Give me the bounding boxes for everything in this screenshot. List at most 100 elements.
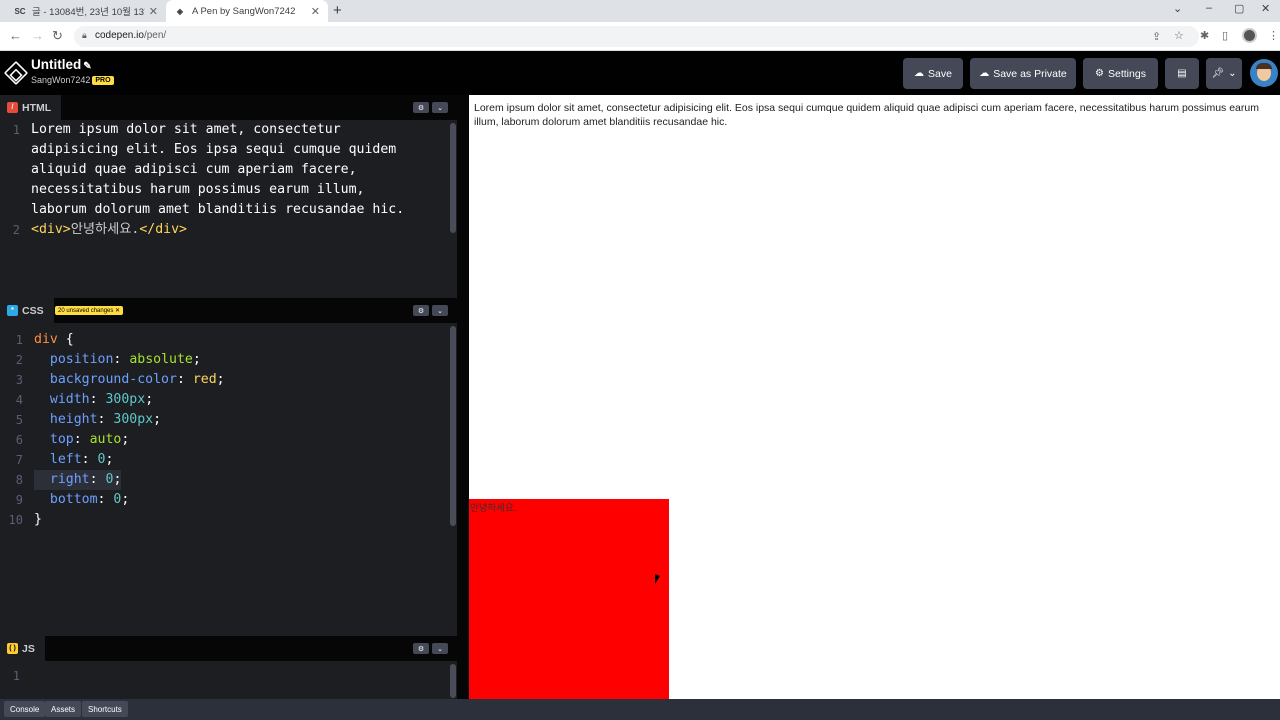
- share-icon[interactable]: ⇪: [1152, 30, 1161, 43]
- chevron-down-icon[interactable]: ⌄: [432, 102, 448, 113]
- line-number: 8: [15, 473, 23, 487]
- new-tab-button[interactable]: +: [333, 2, 342, 19]
- preview-frame[interactable]: Lorem ipsum dolor sit amet, consectetur …: [469, 95, 1280, 699]
- chevron-down-icon: ⌄: [1228, 68, 1237, 79]
- html-pane-tab[interactable]: / HTML: [0, 95, 62, 120]
- js-pane-header: ( ) JS ⚙ ⌄: [0, 636, 457, 661]
- code-line: laborum dolorum amet blanditiis recusand…: [31, 202, 405, 217]
- console-button[interactable]: Console: [4, 701, 46, 717]
- js-scrollbar[interactable]: [450, 664, 456, 698]
- css-label: CSS: [22, 304, 44, 317]
- tab-title: A Pen by SangWon7242: [192, 5, 296, 17]
- codepen-favicon-icon: ◈: [176, 6, 184, 16]
- gear-icon[interactable]: ⚙: [413, 643, 429, 654]
- code-line: height: 300px;: [49, 412, 162, 427]
- line-number: 10: [8, 513, 23, 527]
- html-scrollbar[interactable]: [450, 123, 456, 233]
- change-view-button[interactable]: ▤: [1165, 58, 1199, 89]
- line-number: 3: [15, 373, 23, 387]
- line-number: 1: [15, 333, 23, 347]
- browser-tab-2[interactable]: ◈ A Pen by SangWon7242 ✕: [166, 0, 328, 22]
- browser-tab-1[interactable]: SC 글 - 13084번, 23년 10월 13일 ... ✕: [6, 0, 166, 22]
- js-label: JS: [22, 642, 35, 655]
- code-line: position: absolute;: [49, 352, 201, 367]
- back-icon[interactable]: ←: [9, 28, 22, 43]
- url-path: /pen/: [143, 30, 167, 41]
- close-icon[interactable]: ✕: [149, 5, 158, 18]
- cloud-icon: ☁: [979, 68, 990, 79]
- css-pane-tab[interactable]: * CSS: [0, 298, 54, 323]
- user-avatar[interactable]: [1250, 59, 1278, 87]
- forward-icon[interactable]: →: [31, 28, 44, 43]
- profile-avatar[interactable]: [1242, 28, 1257, 43]
- side-panel-icon[interactable]: ▯: [1222, 29, 1228, 42]
- js-pane-tab[interactable]: ( ) JS: [0, 636, 45, 661]
- tab-title: 글 - 13084번, 23년 10월 13일 ...: [32, 7, 145, 18]
- gear-icon[interactable]: ⚙: [413, 305, 429, 316]
- bookmark-star-icon[interactable]: ☆: [1174, 29, 1184, 42]
- unsaved-changes-badge[interactable]: 20 unsaved changes ✕: [55, 306, 124, 315]
- code-line: necessitatibus harum possimus earum illu…: [31, 182, 365, 197]
- pencil-icon[interactable]: ✎: [83, 61, 91, 72]
- css-icon: *: [7, 305, 18, 316]
- code-line: bottom: 0;: [49, 492, 130, 507]
- settings-label: Settings: [1108, 67, 1146, 80]
- box-text: 안녕하세요.: [470, 503, 517, 514]
- codepen-logo-icon[interactable]: [3, 60, 29, 86]
- html-editor-pane: / HTML ⚙ ⌄ 1 Lorem ipsum dolor sit amet, …: [0, 95, 457, 298]
- js-editor-pane: ( ) JS ⚙ ⌄ 1: [0, 636, 457, 699]
- maximize-icon[interactable]: ▢: [1234, 2, 1244, 15]
- layout-icon: ▤: [1177, 68, 1187, 79]
- url-field[interactable]: 🔒︎ codepen.io/pen/ ⇪ ☆: [74, 26, 1199, 47]
- browser-menu-icon[interactable]: ⋮: [1268, 29, 1279, 42]
- settings-button[interactable]: ⚙ Settings: [1083, 58, 1158, 89]
- line-number: 5: [15, 413, 23, 427]
- line-number: 2: [12, 223, 20, 237]
- line-number: 1: [12, 123, 20, 137]
- line-number: 1: [12, 669, 20, 683]
- lock-icon: 🔒︎: [82, 30, 87, 40]
- username[interactable]: SangWon7242: [31, 75, 90, 85]
- tab-search-icon[interactable]: ⌄: [1173, 2, 1182, 15]
- code-line: div {: [34, 332, 74, 347]
- line-number: 7: [15, 453, 23, 467]
- extensions-icon[interactable]: ✱: [1200, 29, 1209, 42]
- shortcuts-button[interactable]: Shortcuts: [82, 701, 128, 717]
- save-as-private-button[interactable]: ☁ Save as Private: [970, 58, 1076, 89]
- css-pane-header: * CSS 20 unsaved changes ✕ ⚙ ⌄: [0, 298, 457, 323]
- editor-column: / HTML ⚙ ⌄ 1 Lorem ipsum dolor sit amet, …: [0, 95, 457, 699]
- preview-paragraph: Lorem ipsum dolor sit amet, consectetur …: [474, 102, 1259, 128]
- address-bar-row: ← → ↻ 🔒︎ codepen.io/pen/ ⇪ ☆ ✱ ▯ ⋮: [0, 22, 1280, 51]
- user-info: SangWon7242 PRO: [31, 75, 114, 86]
- close-icon[interactable]: ✕: [311, 5, 320, 18]
- pen-title[interactable]: Untitled ✎: [31, 57, 92, 72]
- code-line: aliquid quae adipisci cum aperiam facere…: [31, 162, 357, 177]
- save-label: Save: [928, 67, 952, 80]
- css-editor-pane: * CSS 20 unsaved changes ✕ ⚙ ⌄ 1 div { 2 …: [0, 298, 457, 636]
- pen-title-text: Untitled: [31, 57, 82, 72]
- pin-menu-button[interactable]: 📌︎ ⌄: [1206, 58, 1242, 89]
- assets-button[interactable]: Assets: [45, 701, 82, 717]
- window-close-icon[interactable]: ✕: [1261, 2, 1270, 15]
- minimize-icon[interactable]: –: [1206, 2, 1212, 14]
- reload-icon[interactable]: ↻: [52, 28, 63, 44]
- code-line: }: [34, 512, 42, 527]
- codepen-header: Untitled ✎ SangWon7242 PRO ☁ Save ☁ Save as …: [0, 51, 1280, 95]
- code-line: Lorem ipsum dolor sit amet, consectetur: [31, 122, 341, 137]
- code-line: top: auto;: [49, 432, 130, 447]
- css-scrollbar[interactable]: [450, 326, 456, 526]
- chevron-down-icon[interactable]: ⌄: [432, 305, 448, 316]
- tab-favicon: SC: [14, 6, 26, 16]
- red-div-box: 안녕하세요.: [469, 499, 669, 699]
- footer-bar: Console Assets Shortcuts: [0, 699, 1280, 720]
- gear-icon[interactable]: ⚙: [413, 102, 429, 113]
- gear-icon: ⚙: [1095, 68, 1104, 79]
- browser-tab-strip: SC 글 - 13084번, 23년 10월 13일 ... ✕ ◈ A Pen…: [0, 0, 1280, 22]
- mouse-cursor-icon: [655, 574, 660, 584]
- line-number: 6: [15, 433, 23, 447]
- url-host: codepen.io: [95, 30, 144, 41]
- resize-handle[interactable]: [457, 95, 469, 699]
- save-button[interactable]: ☁ Save: [903, 58, 963, 89]
- chevron-down-icon[interactable]: ⌄: [432, 643, 448, 654]
- code-line: background-color: red;: [49, 372, 225, 387]
